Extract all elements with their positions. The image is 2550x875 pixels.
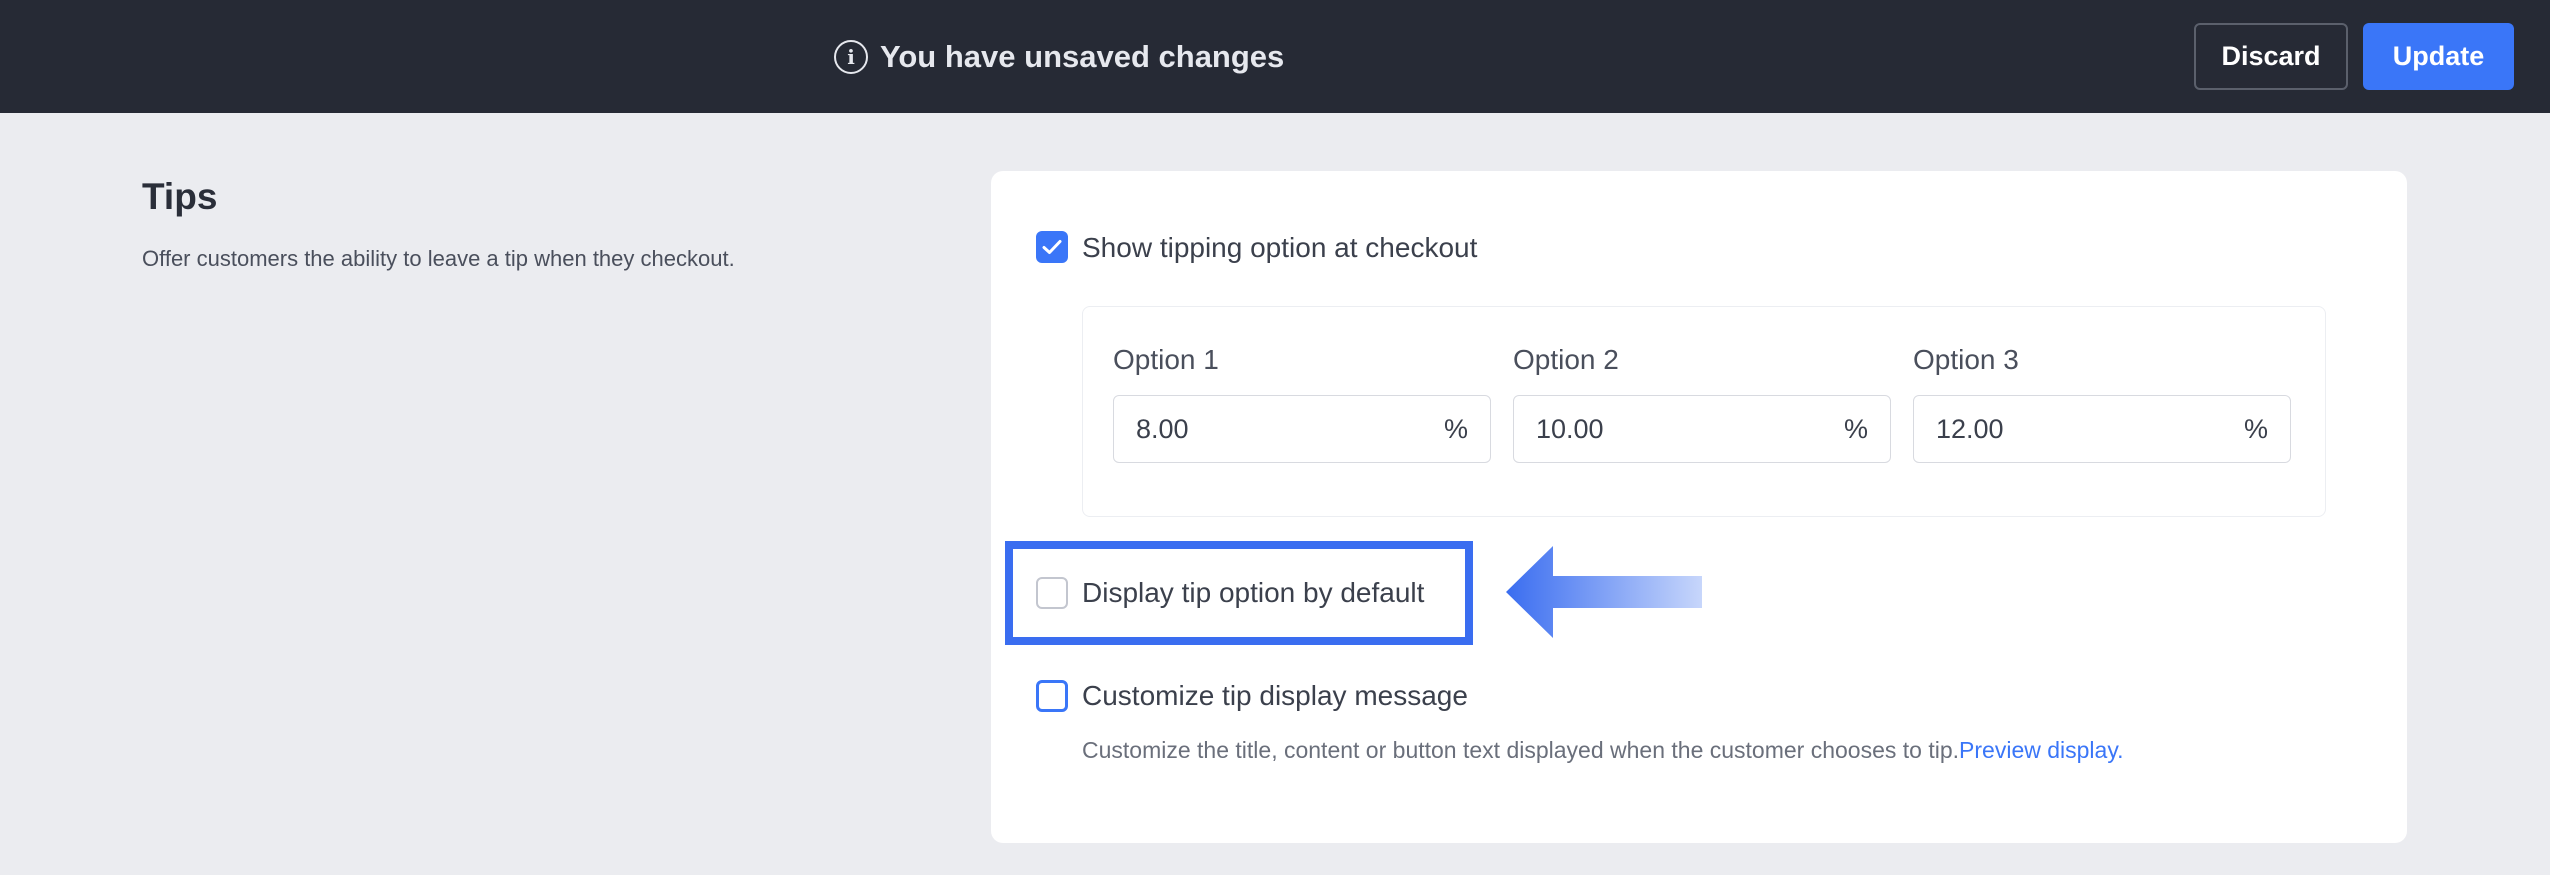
option-3-label: Option 3 — [1913, 344, 2019, 375]
info-icon: i — [834, 39, 868, 74]
percent-suffix: % — [1443, 413, 1468, 444]
option-1-value: 8.00 — [1136, 413, 1189, 444]
option-2-label: Option 2 — [1513, 344, 1619, 375]
option-3-value: 12.00 — [1936, 413, 2004, 444]
unsaved-changes-notice: i You have unsaved changes — [834, 0, 1284, 113]
discard-button[interactable]: Discard — [2194, 23, 2348, 90]
update-button[interactable]: Update — [2363, 23, 2514, 90]
show-tipping-checkbox[interactable] — [1036, 231, 1068, 263]
preview-display-link[interactable]: Preview display. — [1959, 737, 2123, 763]
customize-message-label[interactable]: Customize tip display message — [1082, 680, 1468, 712]
option-1-label: Option 1 — [1113, 344, 1219, 375]
section-title: Tips — [142, 176, 218, 217]
option-2-value: 10.00 — [1536, 413, 1604, 444]
percent-suffix: % — [1843, 413, 1868, 444]
percent-suffix: % — [2243, 413, 2268, 444]
customize-help-description: Customize the title, content or button t… — [1082, 737, 1960, 763]
option-2-input[interactable]: 10.00 % — [1513, 395, 1891, 463]
top-bar: i You have unsaved changes Discard Updat… — [0, 0, 2550, 113]
option-3-input[interactable]: 12.00 % — [1913, 395, 2291, 463]
option-1-input[interactable]: 8.00 % — [1113, 395, 1491, 463]
customize-help-text: Customize the title, content or button t… — [1082, 737, 2124, 764]
section-description: Offer customers the ability to leave a t… — [142, 246, 735, 271]
show-tipping-label[interactable]: Show tipping option at checkout — [1082, 232, 1477, 264]
highlight-annotation-box — [1005, 541, 1473, 645]
left-arrow-annotation — [1506, 546, 1702, 638]
unsaved-message: You have unsaved changes — [880, 38, 1285, 74]
check-icon — [1042, 240, 1062, 254]
customize-message-checkbox[interactable] — [1036, 680, 1068, 712]
